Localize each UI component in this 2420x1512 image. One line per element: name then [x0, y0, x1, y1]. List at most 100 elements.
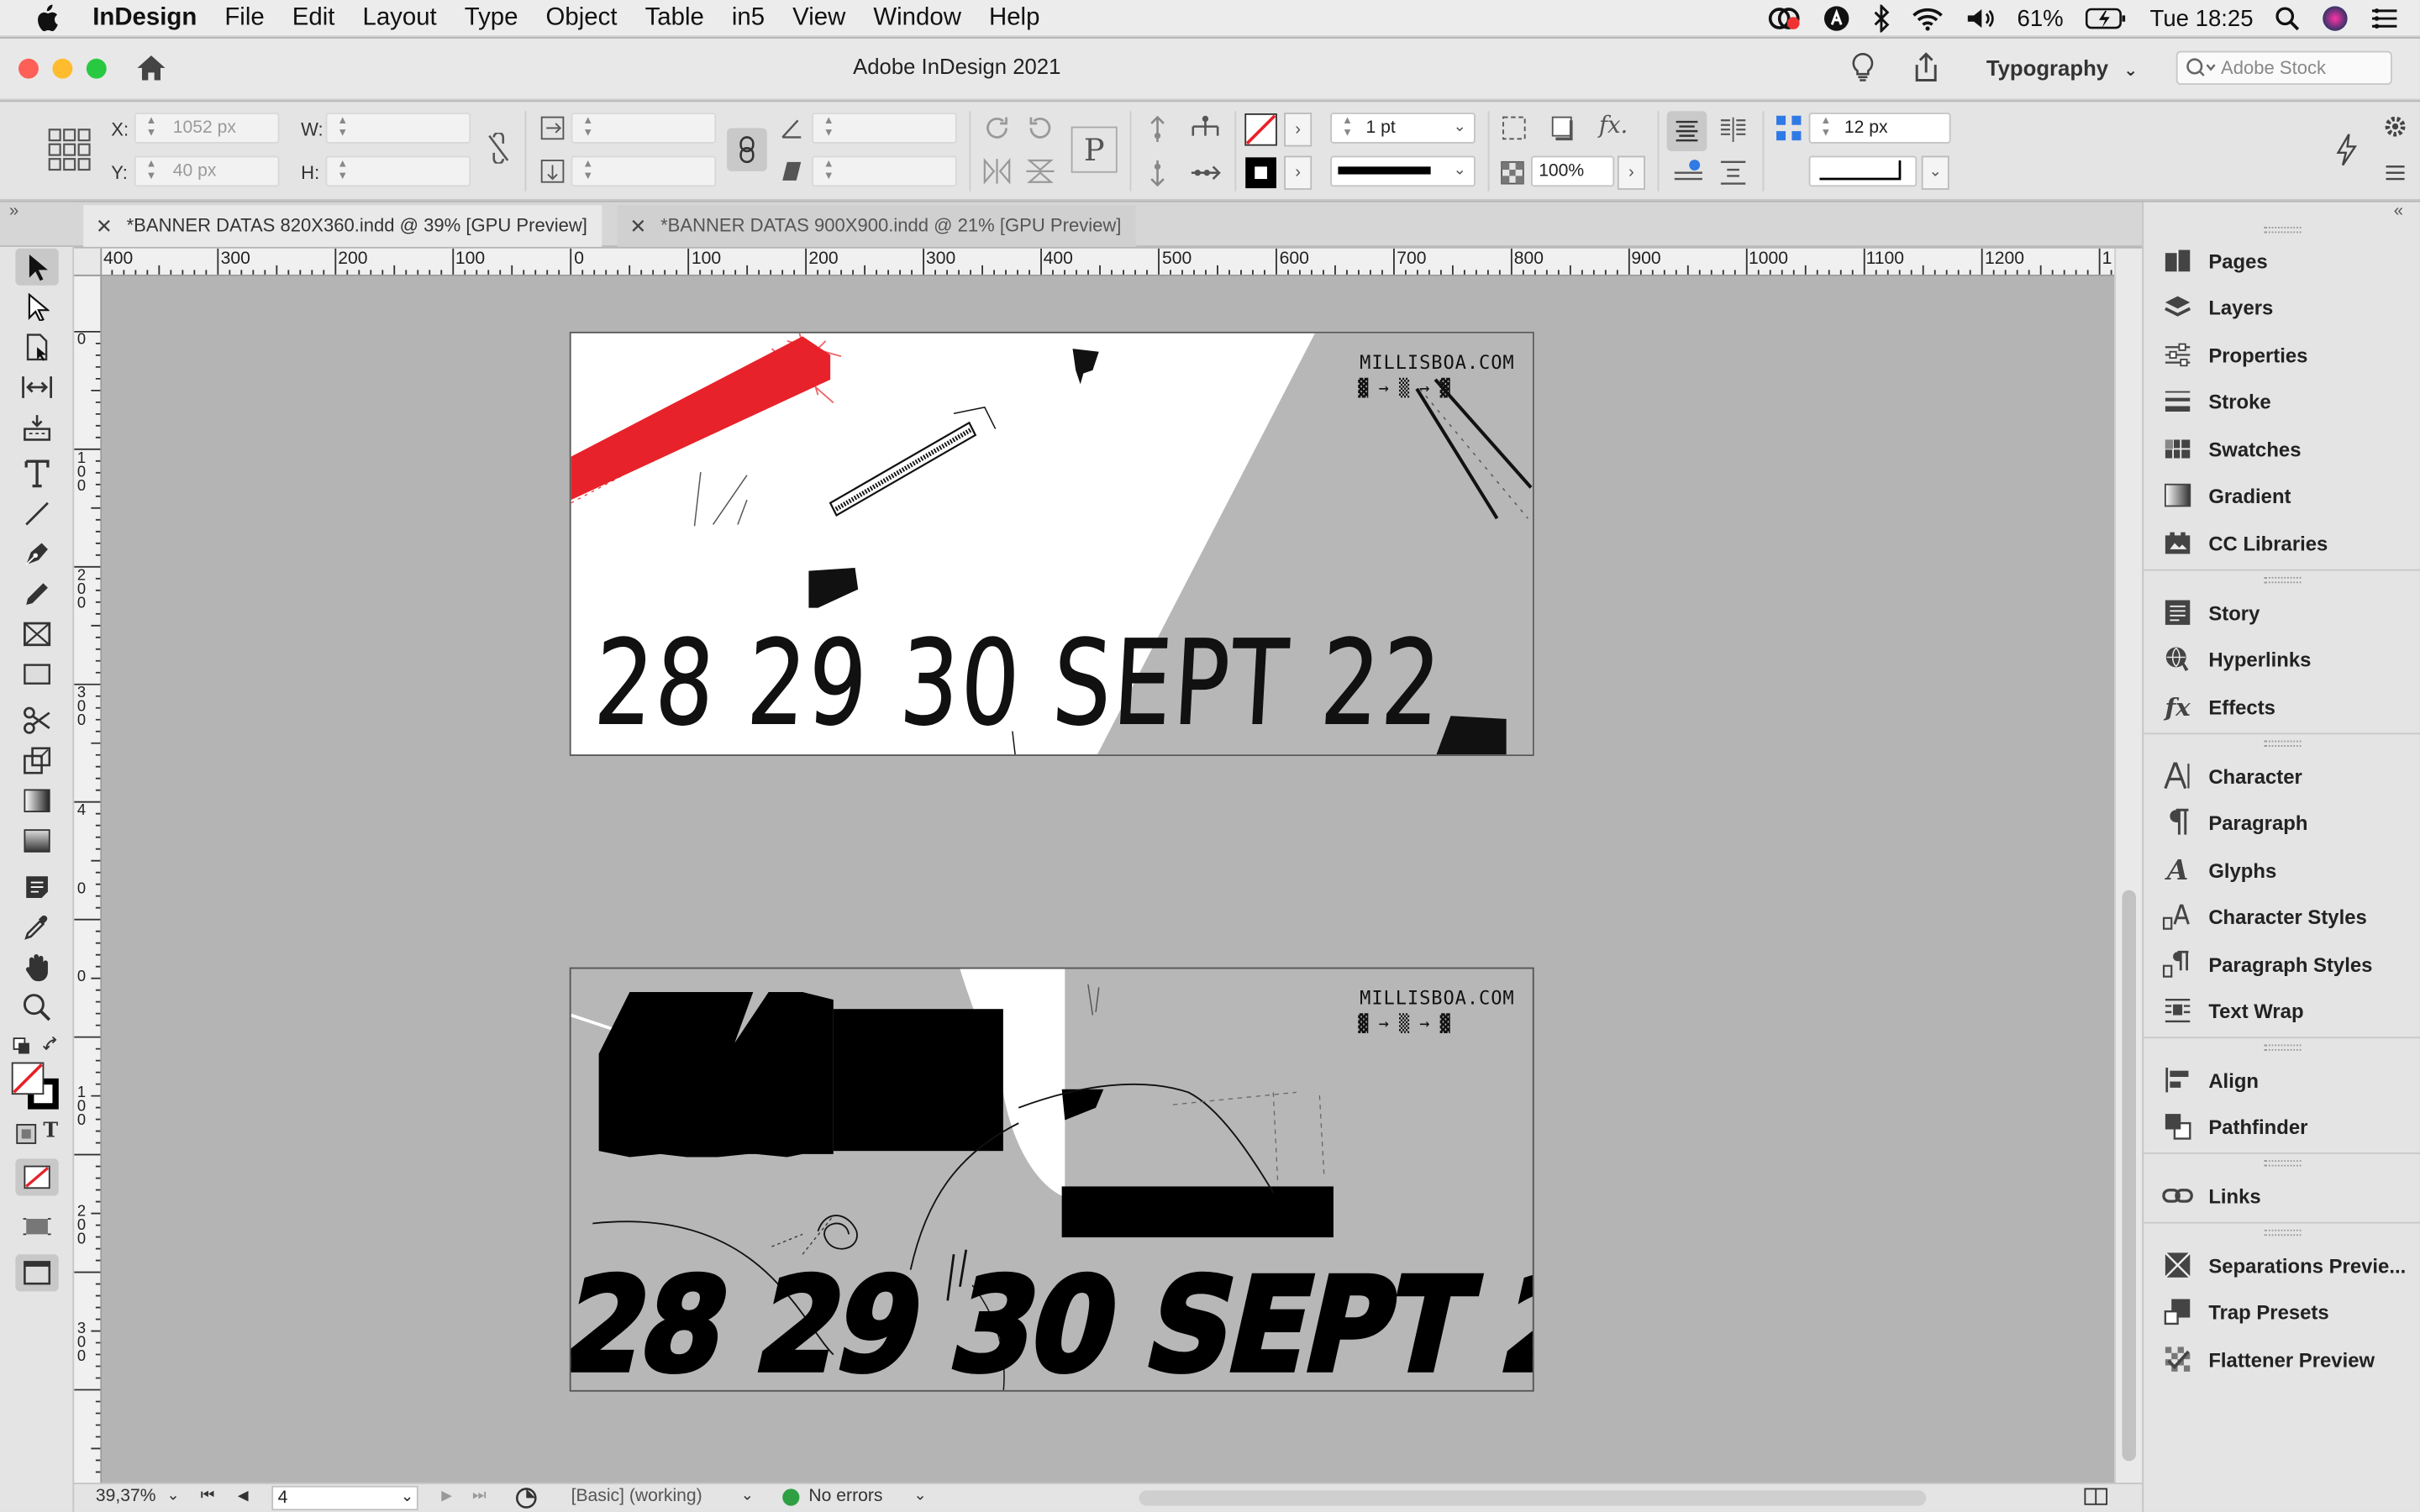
workspace-switcher[interactable]: Typography ⌄ — [1986, 55, 2138, 80]
shear-angle-icon[interactable] — [781, 160, 802, 186]
collapse-dock-icon[interactable]: « — [2394, 202, 2403, 221]
chevron-down-icon[interactable]: ⌄ — [166, 1488, 179, 1504]
panel-pages[interactable]: Pages — [2144, 239, 2420, 282]
preflight-icon[interactable] — [515, 1488, 537, 1512]
flip-vertical-icon[interactable] — [1025, 157, 1056, 190]
first-page-icon[interactable]: ⏮ — [201, 1488, 215, 1504]
panel-pathfinder[interactable]: Pathfinder — [2144, 1105, 2420, 1147]
panel-menu-icon[interactable] — [2385, 164, 2407, 187]
panel-gradient[interactable]: Gradient — [2144, 474, 2420, 517]
grid-size-icon[interactable] — [1775, 114, 1802, 147]
page-tool-icon[interactable] — [15, 328, 58, 365]
menu-in5[interactable]: in5 — [732, 4, 765, 32]
panel-separations-preview[interactable]: Separations Previe... — [2144, 1243, 2420, 1286]
text-frame-options-icon[interactable] — [1500, 114, 1528, 147]
settings-gear-icon[interactable] — [2385, 116, 2407, 142]
page-number-field[interactable]: 4 ⌄ — [271, 1485, 418, 1511]
panel-stroke[interactable]: Stroke — [2144, 380, 2420, 423]
gradient-swatch-tool-icon[interactable] — [15, 782, 58, 819]
panel-grip[interactable] — [2264, 740, 2302, 747]
wifi-icon[interactable] — [1912, 6, 1944, 31]
rotate-ccw-icon[interactable] — [1025, 114, 1056, 147]
chevron-down-icon[interactable]: ⌄ — [1453, 157, 1465, 185]
menu-view[interactable]: View — [792, 4, 845, 32]
scrollbar-thumb[interactable] — [2122, 890, 2136, 1462]
vertical-scrollbar[interactable] — [2114, 248, 2143, 1483]
opacity-icon[interactable] — [1500, 160, 1524, 190]
drop-shadow-icon[interactable] — [1549, 114, 1577, 147]
quick-apply-icon[interactable] — [2333, 133, 2358, 171]
creative-cloud-icon[interactable] — [1767, 6, 1801, 30]
stroke-swatch-chevron-icon[interactable]: › — [1284, 155, 1313, 190]
stepper-icon[interactable]: ▲ ▼ — [1338, 116, 1356, 140]
opacity-chevron-icon[interactable]: › — [1617, 155, 1645, 190]
stepper-icon[interactable]: ▲ ▼ — [334, 159, 352, 183]
control-center-icon[interactable] — [2370, 8, 2398, 29]
y-position-field[interactable]: ▲ ▼ 40 px — [134, 155, 280, 187]
stepper-icon[interactable]: ▲ ▼ — [819, 159, 838, 183]
hand-tool-icon[interactable] — [15, 949, 58, 986]
direct-selection-tool-icon[interactable] — [15, 288, 58, 325]
lightbulb-icon[interactable] — [1849, 52, 1876, 91]
panel-trap-presets[interactable]: Trap Presets — [2144, 1289, 2420, 1332]
select-next-icon[interactable] — [1188, 157, 1222, 192]
close-tab-icon[interactable]: ✕ — [629, 205, 646, 247]
height-field[interactable]: ▲ ▼ — [325, 155, 471, 187]
align-center-icon[interactable] — [1666, 111, 1707, 151]
rotate-angle-icon[interactable] — [781, 118, 802, 144]
panel-cc-libraries[interactable]: CC Libraries — [2144, 522, 2420, 564]
gradient-feather-tool-icon[interactable] — [15, 822, 58, 859]
ruler-origin[interactable] — [74, 248, 103, 276]
document-tab-820x360[interactable]: ✕ *BANNER DATAS 820X360.indd @ 39% [GPU … — [83, 205, 602, 247]
zoom-tool-icon[interactable] — [15, 989, 58, 1026]
menu-layout[interactable]: Layout — [362, 4, 436, 32]
menu-window[interactable]: Window — [873, 4, 961, 32]
scissors-tool-icon[interactable] — [15, 702, 58, 739]
scale-y-field[interactable]: ▲ ▼ — [571, 155, 717, 187]
flip-horizontal-icon[interactable] — [981, 157, 1013, 190]
reference-point-icon[interactable] — [46, 127, 92, 178]
pencil-tool-icon[interactable] — [15, 575, 58, 612]
type-tool-icon[interactable] — [15, 455, 58, 492]
fill-swatch-none[interactable] — [1244, 113, 1277, 151]
formatting-text-icon[interactable]: T — [43, 1120, 58, 1143]
share-icon[interactable] — [1911, 52, 1942, 91]
panel-align[interactable]: Align — [2144, 1058, 2420, 1101]
battery-icon[interactable] — [2085, 6, 2128, 30]
scale-x-icon[interactable] — [540, 116, 565, 145]
document-tab-900x900[interactable]: ✕ *BANNER DATAS 900X900.indd @ 21% [GPU … — [617, 205, 1136, 247]
last-page-icon[interactable]: ⏭ — [472, 1488, 487, 1504]
menu-object[interactable]: Object — [546, 4, 618, 32]
panel-paragraph[interactable]: Paragraph — [2144, 801, 2420, 843]
stepper-icon[interactable]: ▲ ▼ — [334, 116, 352, 140]
object-style-icon[interactable] — [1673, 159, 1704, 192]
default-colors-icon[interactable] — [13, 1035, 31, 1063]
panel-paragraph-styles[interactable]: Paragraph Styles — [2144, 942, 2420, 985]
panel-swatches[interactable]: Swatches — [2144, 428, 2420, 470]
volume-icon[interactable] — [1965, 6, 1996, 30]
chevron-down-icon[interactable]: ⌄ — [401, 1488, 413, 1509]
previous-page-icon[interactable]: ◀ — [238, 1488, 249, 1504]
chevron-down-icon[interactable]: ⌄ — [913, 1488, 926, 1504]
eyedropper-tool-icon[interactable] — [15, 909, 58, 946]
stroke-weight-field[interactable]: ▲ ▼ 1 pt ⌄ — [1330, 113, 1476, 144]
swap-colors-icon[interactable] — [42, 1035, 61, 1063]
clock[interactable]: Tue 18:25 — [2150, 5, 2254, 31]
note-tool-icon[interactable] — [15, 869, 58, 906]
panel-story[interactable]: Story — [2144, 591, 2420, 633]
panel-grip[interactable] — [2264, 226, 2302, 234]
fill-stroke-proxy[interactable] — [9, 1060, 65, 1123]
rectangle-frame-tool-icon[interactable] — [15, 616, 58, 653]
zoom-level[interactable]: 39,37% — [96, 1488, 156, 1506]
stepper-icon[interactable]: ▲ ▼ — [142, 159, 160, 183]
scale-x-field[interactable]: ▲ ▼ — [571, 113, 717, 144]
apply-none-icon[interactable] — [15, 1158, 59, 1196]
panel-glyphs[interactable]: A Glyphs — [2144, 848, 2420, 891]
pasteboard[interactable]: MILLISBOA.COM ▓ → ▒ → ▓ 28 29 30 SEPT 22 — [102, 276, 2115, 1483]
chevron-down-icon[interactable]: ⌄ — [1453, 114, 1465, 142]
scale-y-icon[interactable] — [540, 159, 565, 188]
constrain-proportions-icon[interactable] — [487, 131, 511, 168]
panel-properties[interactable]: Properties — [2144, 333, 2420, 376]
panel-character[interactable]: Character — [2144, 754, 2420, 797]
text-wrap-icon[interactable] — [1719, 159, 1747, 192]
